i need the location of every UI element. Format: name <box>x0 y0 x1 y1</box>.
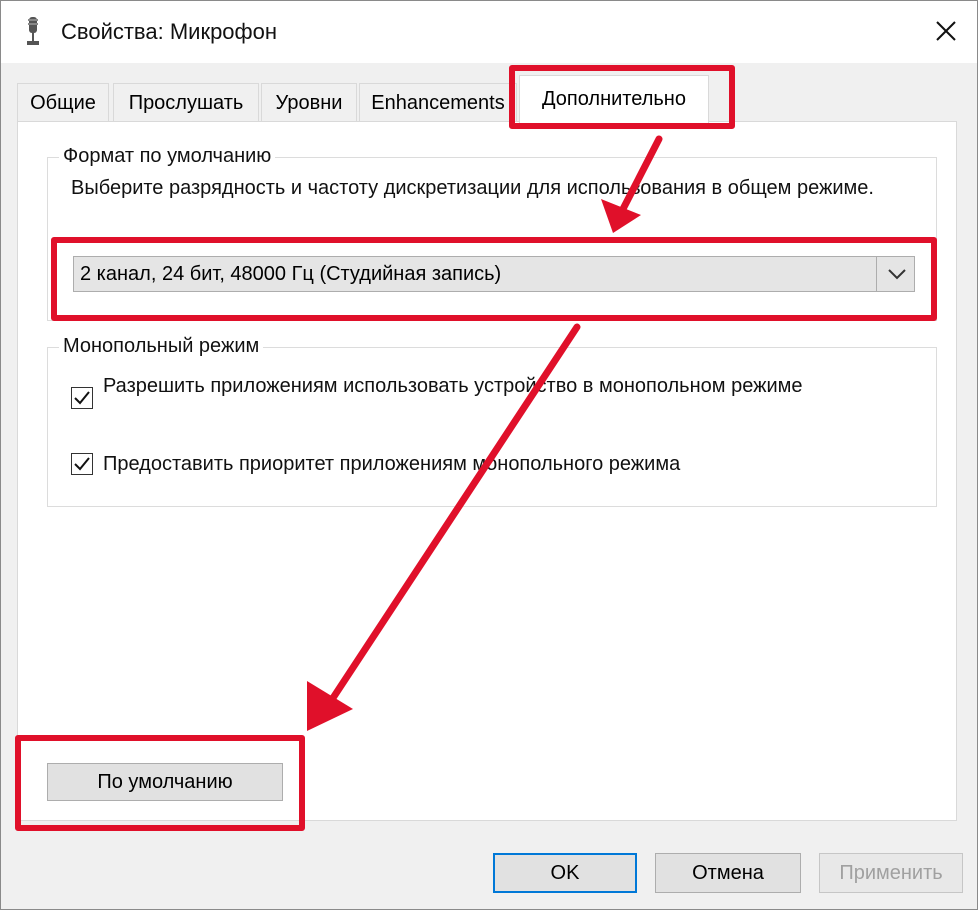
sample-rate-dropdown[interactable]: 2 канал, 24 бит, 48000 Гц (Студийная зап… <box>73 256 915 292</box>
checkmark-icon <box>74 391 90 405</box>
chevron-down-icon <box>888 269 906 280</box>
tab-label: Уровни <box>275 92 343 114</box>
sample-rate-selected-value: 2 канал, 24 бит, 48000 Гц (Студийная зап… <box>80 263 502 285</box>
apply-button[interactable]: Применить <box>819 853 963 893</box>
allow-exclusive-checkbox[interactable] <box>71 387 93 409</box>
restore-defaults-button[interactable]: По умолчанию <box>47 763 283 801</box>
tab-listen[interactable]: Прослушать <box>113 83 259 121</box>
exclusive-priority-checkbox[interactable] <box>71 453 93 475</box>
exclusive-priority-label[interactable]: Предоставить приоритет приложениям моноп… <box>103 451 863 477</box>
ok-button[interactable]: OK <box>493 853 637 893</box>
checkmark-icon <box>74 457 90 471</box>
tab-label: Дополнительно <box>542 88 686 110</box>
dropdown-divider <box>876 257 877 291</box>
tab-label: Enhancements <box>371 92 505 114</box>
default-format-legend: Формат по умолчанию <box>59 145 276 168</box>
tab-levels[interactable]: Уровни <box>261 83 357 121</box>
allow-exclusive-label[interactable]: Разрешить приложениям использовать устро… <box>103 373 863 399</box>
close-button[interactable] <box>921 9 971 53</box>
properties-dialog: Свойства: Микрофон Общие Прослушать Уров… <box>0 0 978 910</box>
close-icon <box>936 21 956 41</box>
microphone-icon <box>27 17 39 45</box>
cancel-button[interactable]: Отмена <box>655 853 801 893</box>
title-bar[interactable]: Свойства: Микрофон <box>1 1 977 63</box>
exclusive-mode-group <box>47 347 937 507</box>
window-title: Свойства: Микрофон <box>61 19 278 44</box>
default-format-description: Выберите разрядность и частоту дискретиз… <box>71 177 874 199</box>
tab-label: Общие <box>30 92 96 114</box>
tab-label: Прослушать <box>128 92 244 114</box>
tab-advanced[interactable]: Дополнительно <box>519 75 709 123</box>
exclusive-mode-legend: Монопольный режим <box>59 335 264 358</box>
tab-enhancements[interactable]: Enhancements <box>359 83 517 121</box>
tab-general[interactable]: Общие <box>17 83 109 121</box>
